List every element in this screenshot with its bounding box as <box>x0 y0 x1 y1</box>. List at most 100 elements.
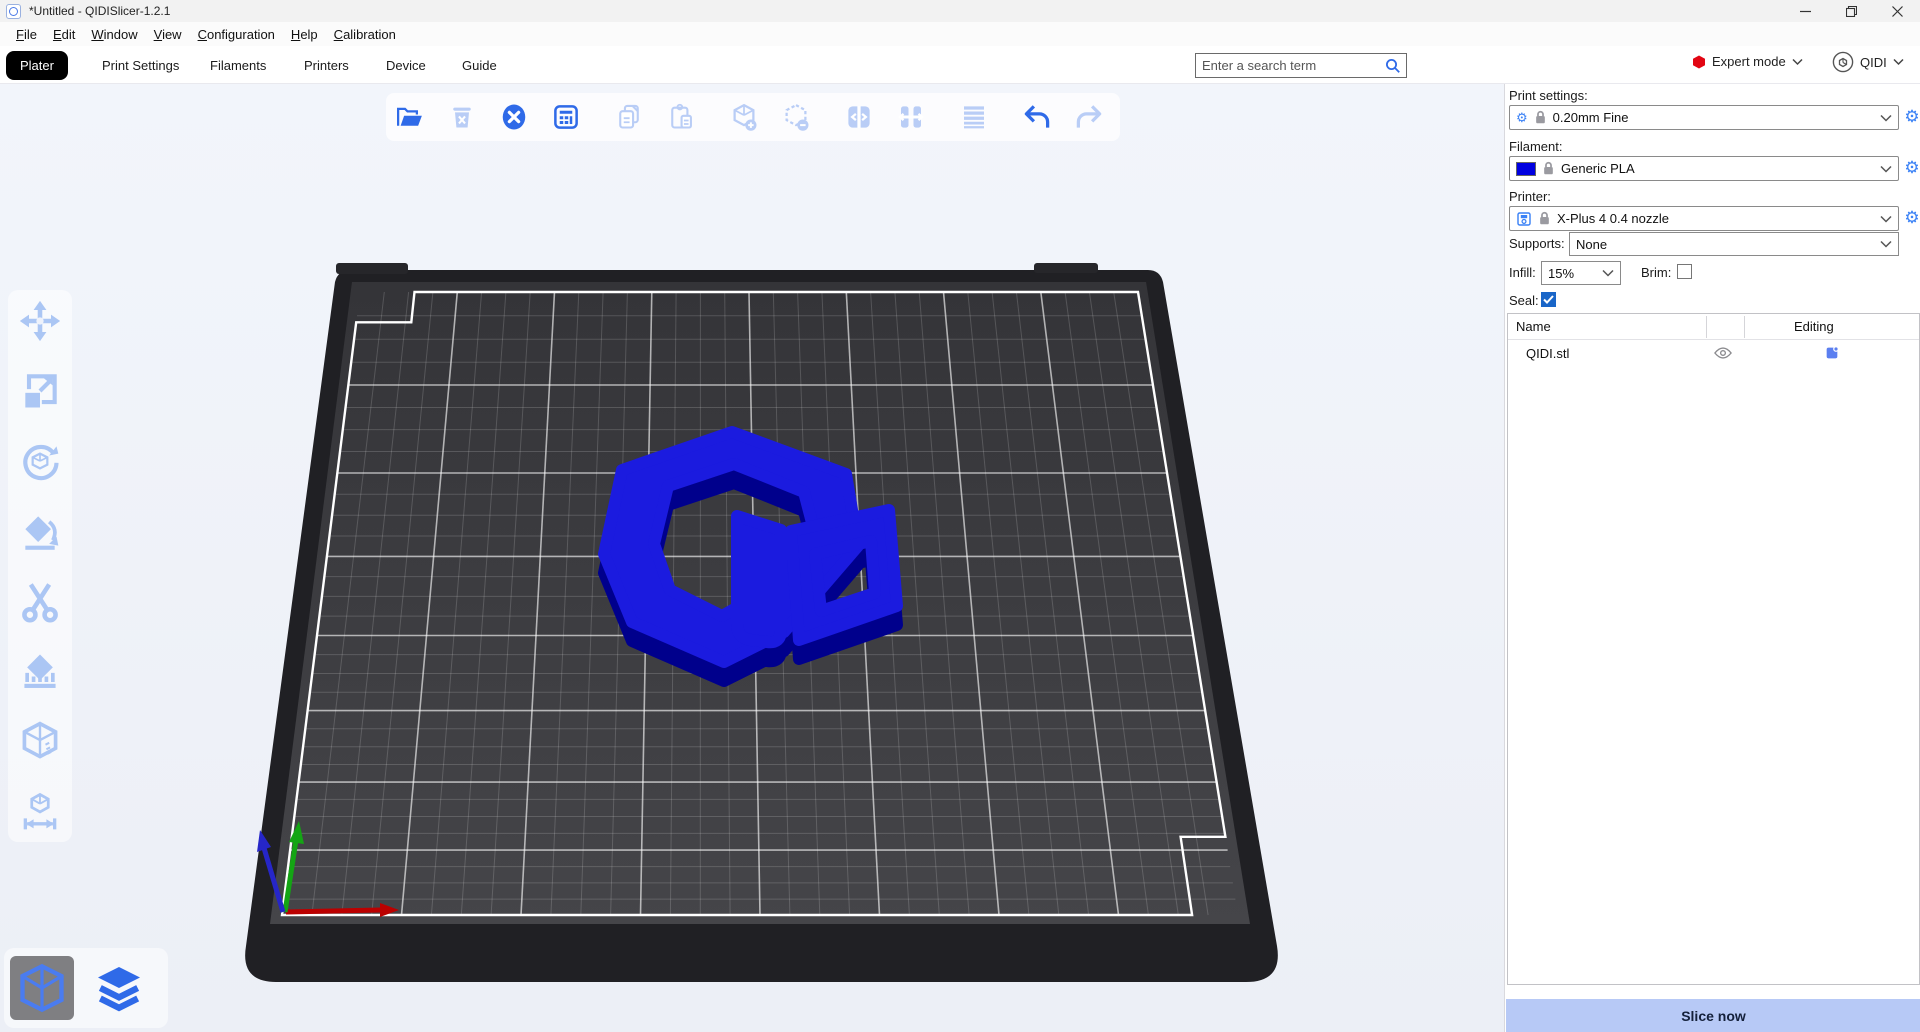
move-icon <box>18 299 62 343</box>
place-on-face-button[interactable] <box>17 508 63 554</box>
column-header-editing: Editing <box>1794 319 1834 334</box>
infill-select[interactable]: 15% <box>1541 261 1621 285</box>
printer-combo[interactable]: X-Plus 4 0.4 nozzle <box>1509 206 1899 231</box>
split-parts-button[interactable] <box>892 98 930 136</box>
paint-supports-button[interactable] <box>17 648 63 694</box>
object-editing-button[interactable] <box>1824 345 1840 361</box>
lock-icon <box>1538 211 1551 226</box>
bed-clip <box>1034 263 1098 273</box>
gear-icon: ⚙ <box>1516 110 1528 126</box>
object-list: Name Editing QIDI.stl <box>1507 313 1920 985</box>
brim-label: Brim: <box>1641 265 1671 280</box>
menu-calibration[interactable]: Calibration <box>326 24 404 45</box>
window-controls <box>1782 0 1920 22</box>
print-settings-value: 0.20mm Fine <box>1553 110 1874 125</box>
printer-icon <box>1516 211 1532 227</box>
visibility-eye-button[interactable] <box>1714 346 1732 360</box>
view-sliced-preview-button[interactable] <box>88 956 150 1020</box>
seal-checkbox[interactable] <box>1541 292 1556 307</box>
print-settings-combo[interactable]: ⚙ 0.20mm Fine <box>1509 105 1899 130</box>
object-row[interactable]: QIDI.stl <box>1508 340 1919 366</box>
arrange-button[interactable] <box>547 98 585 136</box>
restore-icon <box>1846 6 1857 17</box>
seal-label: Seal: <box>1509 293 1539 308</box>
copy-icon <box>615 103 643 131</box>
minimize-button[interactable] <box>1782 0 1828 22</box>
copy-button[interactable] <box>610 98 648 136</box>
paste-button[interactable] <box>662 98 700 136</box>
supports-select[interactable]: None <box>1569 232 1899 256</box>
tab-filaments[interactable]: Filaments <box>196 51 280 80</box>
filament-value: Generic PLA <box>1561 161 1874 176</box>
filament-label: Filament: <box>1509 139 1562 154</box>
menu-configuration[interactable]: Configuration <box>190 24 283 45</box>
variable-layer-height-button[interactable] <box>955 98 993 136</box>
tab-device[interactable]: Device <box>372 51 440 80</box>
menu-view[interactable]: View <box>146 24 190 45</box>
measure-button[interactable] <box>17 788 63 834</box>
menu-bar: File Edit Window View Configuration Help… <box>0 22 1920 46</box>
sidebar: Print settings: ⚙ 0.20mm Fine ⚙ Filament… <box>1504 84 1920 1032</box>
split-parts-icon <box>896 102 926 132</box>
delete-all-button[interactable] <box>495 98 533 136</box>
tab-print-settings[interactable]: Print Settings <box>88 51 193 80</box>
close-button[interactable] <box>1874 0 1920 22</box>
mode-label: Expert mode <box>1712 54 1786 69</box>
mode-selector[interactable]: Expert mode <box>1692 54 1803 69</box>
split-objects-button[interactable] <box>840 98 878 136</box>
qidi-account-icon <box>1832 51 1854 73</box>
tab-guide[interactable]: Guide <box>448 51 511 80</box>
menu-edit[interactable]: Edit <box>45 24 83 45</box>
search-input[interactable] <box>1196 58 1385 73</box>
menu-help[interactable]: Help <box>283 24 326 45</box>
printer-label: Printer: <box>1509 189 1551 204</box>
print-settings-gear-button[interactable]: ⚙ <box>1903 108 1920 126</box>
rotate-icon <box>18 439 62 483</box>
object-list-header: Name Editing <box>1508 314 1919 340</box>
cut-icon <box>18 579 62 623</box>
redo-button[interactable] <box>1070 98 1108 136</box>
move-button[interactable] <box>17 298 63 344</box>
remove-instance-button[interactable] <box>777 98 815 136</box>
close-icon <box>1892 6 1903 17</box>
seam-button[interactable] <box>17 718 63 764</box>
scale-button[interactable] <box>17 368 63 414</box>
chevron-down-icon <box>1792 58 1803 66</box>
printer-gear-button[interactable]: ⚙ <box>1903 209 1920 227</box>
viewport-3d[interactable] <box>0 84 1504 1032</box>
open-button[interactable] <box>391 98 429 136</box>
slice-now-button[interactable]: Slice now <box>1506 999 1920 1032</box>
filament-gear-button[interactable]: ⚙ <box>1903 159 1920 177</box>
rotate-button[interactable] <box>17 438 63 484</box>
restore-button[interactable] <box>1828 0 1874 22</box>
lock-icon <box>1542 161 1555 176</box>
object-name: QIDI.stl <box>1526 346 1569 361</box>
place-on-face-icon <box>18 509 62 553</box>
column-divider <box>1744 316 1745 338</box>
check-icon <box>1543 295 1554 304</box>
menu-window[interactable]: Window <box>83 24 145 45</box>
view-3d-editor-button[interactable] <box>10 956 74 1020</box>
add-instance-button[interactable] <box>725 98 763 136</box>
filament-combo[interactable]: Generic PLA <box>1509 156 1899 181</box>
delete-button[interactable] <box>443 98 481 136</box>
search-icon[interactable] <box>1385 58 1401 74</box>
seam-icon <box>18 719 62 763</box>
brim-checkbox[interactable] <box>1677 264 1692 279</box>
undo-button[interactable] <box>1018 98 1056 136</box>
left-toolbar <box>8 290 72 842</box>
title-bar: *Untitled - QIDISlicer-1.2.1 <box>0 0 1920 22</box>
lock-icon <box>1534 110 1547 125</box>
window-title: *Untitled - QIDISlicer-1.2.1 <box>29 4 170 18</box>
chevron-down-icon <box>1602 269 1614 277</box>
account-menu[interactable]: QIDI <box>1832 51 1904 73</box>
eye-icon <box>1714 346 1732 360</box>
column-divider <box>1706 316 1707 338</box>
paste-icon <box>667 103 695 131</box>
chevron-down-icon <box>1880 215 1892 223</box>
cut-button[interactable] <box>17 578 63 624</box>
tab-printers[interactable]: Printers <box>290 51 363 80</box>
tab-plater[interactable]: Plater <box>6 51 68 80</box>
menu-file[interactable]: File <box>8 24 45 45</box>
chevron-down-icon <box>1880 240 1892 248</box>
